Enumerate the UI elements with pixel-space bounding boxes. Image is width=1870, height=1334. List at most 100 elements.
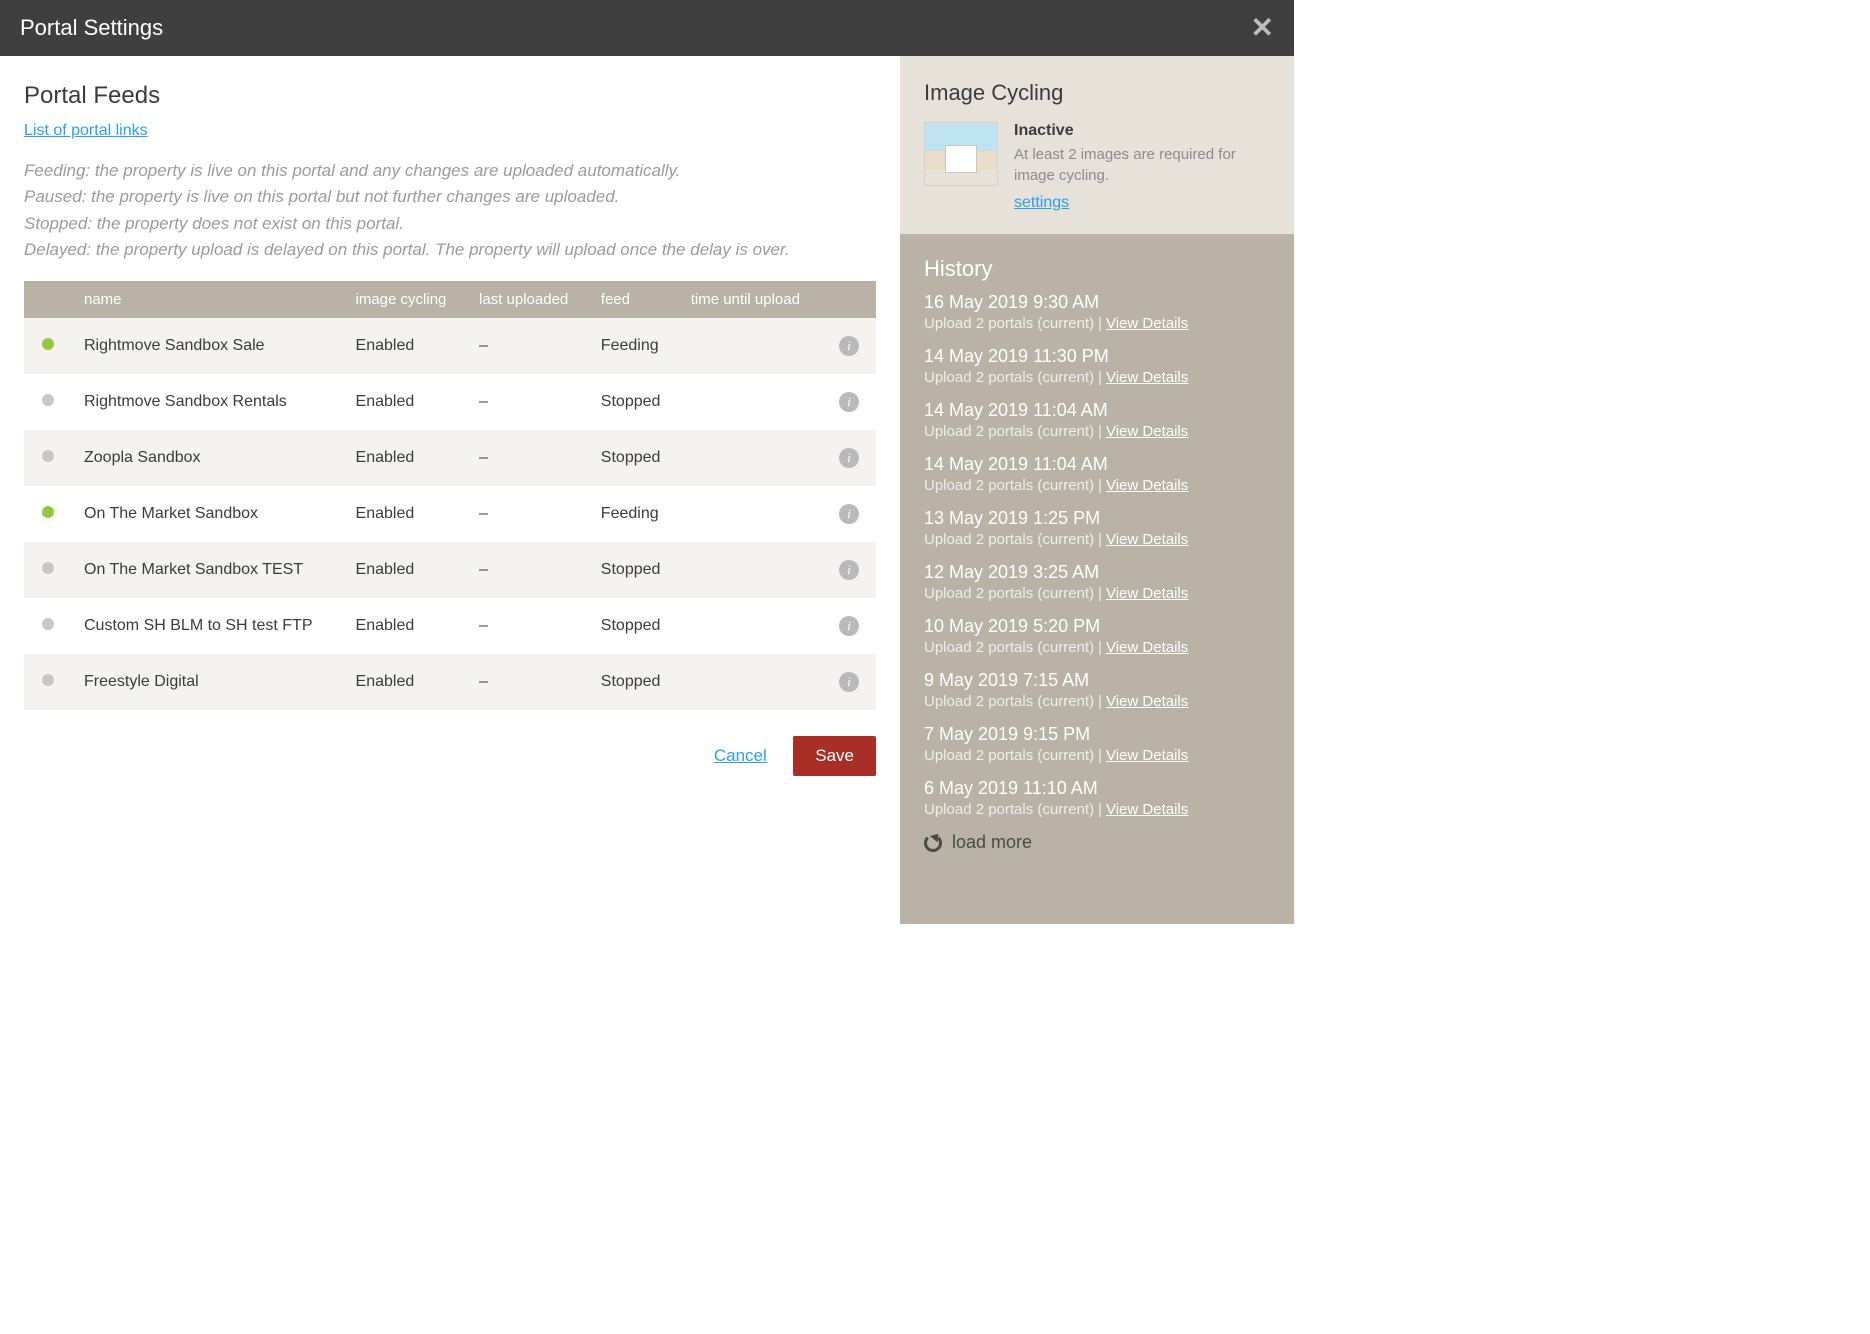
feed-time-until-upload [679,374,822,430]
reload-icon [924,834,942,852]
feed-state: Stopped [589,430,679,486]
history-item: 13 May 2019 1:25 PMUpload 2 portals (cur… [924,508,1270,548]
image-cycling-thumbnail [924,122,998,186]
info-icon[interactable]: i [839,672,859,692]
feed-name: On The Market Sandbox TEST [72,542,344,598]
info-icon[interactable]: i [839,336,859,356]
feed-name: On The Market Sandbox [72,486,344,542]
table-row[interactable]: Custom SH BLM to SH test FTPEnabled–Stop… [24,598,876,654]
history-time: 14 May 2019 11:30 PM [924,346,1270,367]
status-dot-icon [42,394,54,406]
feed-image-cycling: Enabled [344,430,468,486]
history-sub: Upload 2 portals (current)|View Details [924,477,1270,494]
history-sub: Upload 2 portals (current)|View Details [924,369,1270,386]
history-summary: Upload 2 portals (current) [924,639,1094,656]
history-item: 14 May 2019 11:04 AMUpload 2 portals (cu… [924,454,1270,494]
sidebar: Image Cycling Inactive At least 2 images… [900,56,1294,924]
desc-feeding: Feeding: the property is live on this po… [24,158,876,184]
image-cycling-panel: Image Cycling Inactive At least 2 images… [900,56,1294,234]
feed-time-until-upload [679,654,822,710]
history-item: 6 May 2019 11:10 AM Upload 2 portals (cur… [924,778,1270,818]
table-row[interactable]: Zoopla SandboxEnabled–Stopped i [24,430,876,486]
table-row[interactable]: Rightmove Sandbox RentalsEnabled–Stopped… [24,374,876,430]
feed-image-cycling: Enabled [344,374,468,430]
feed-state: Stopped [589,598,679,654]
history-panel: History 16 May 2019 9:30 AM Upload 2 port… [900,234,1294,924]
history-time: 6 May 2019 11:10 AM [924,778,1270,799]
modal-header: Portal Settings ✕ [0,0,1294,56]
view-details-link[interactable]: View Details [1106,693,1188,710]
view-details-link[interactable]: View Details [1106,315,1188,332]
image-cycling-settings-link[interactable]: settings [1014,194,1069,211]
view-details-link[interactable]: View Details [1106,585,1188,602]
feed-image-cycling: Enabled [344,654,468,710]
info-icon[interactable]: i [839,560,859,580]
feed-name: Zoopla Sandbox [72,430,344,486]
view-details-link[interactable]: View Details [1106,801,1188,818]
close-icon[interactable]: ✕ [1251,14,1274,42]
feed-name: Custom SH BLM to SH test FTP [72,598,344,654]
col-feed: feed [589,281,679,318]
feed-state: Stopped [589,654,679,710]
history-time: 13 May 2019 1:25 PM [924,508,1270,529]
history-summary: Upload 2 portals (current) [924,747,1094,764]
history-time: 10 May 2019 5:20 PM [924,616,1270,637]
history-time: 14 May 2019 11:04 AM [924,400,1270,421]
portal-links-link[interactable]: List of portal links [24,122,148,140]
separator: | [1098,747,1102,764]
history-sub: Upload 2 portals (current)|View Details [924,801,1270,818]
view-details-link[interactable]: View Details [1106,423,1188,440]
view-details-link[interactable]: View Details [1106,747,1188,764]
history-item: 10 May 2019 5:20 PM Upload 2 portals (cur… [924,616,1270,656]
history-time: 16 May 2019 9:30 AM [924,292,1270,313]
feed-state: Feeding [589,318,679,374]
table-row[interactable]: Freestyle DigitalEnabled–Stoppedi [24,654,876,710]
feed-time-until-upload [679,430,822,486]
feed-image-cycling: Enabled [344,542,468,598]
history-summary: Upload 2 portals (current) [924,315,1094,332]
view-details-link[interactable]: View Details [1106,639,1188,656]
feed-last-uploaded: – [467,430,589,486]
feed-last-uploaded: – [467,374,589,430]
history-summary: Upload 2 portals (current) [924,423,1094,440]
load-more-label: load more [952,832,1032,853]
history-item: 16 May 2019 9:30 AM Upload 2 portals (cur… [924,292,1270,332]
col-info [822,281,876,318]
table-row[interactable]: On The Market Sandbox TESTEnabled–Stoppe… [24,542,876,598]
modal-title: Portal Settings [20,15,163,41]
feed-state: Feeding [589,486,679,542]
col-status [24,281,72,318]
feed-last-uploaded: – [467,318,589,374]
feed-image-cycling: Enabled [344,598,468,654]
info-icon[interactable]: i [839,504,859,524]
info-icon[interactable]: i [839,616,859,636]
portal-feeds-heading: Portal Feeds [24,82,876,110]
info-icon[interactable]: i [839,448,859,468]
history-time: 9 May 2019 7:15 AM [924,670,1270,691]
feed-time-until-upload [679,598,822,654]
view-details-link[interactable]: View Details [1106,531,1188,548]
separator: | [1098,423,1102,440]
view-details-link[interactable]: View Details [1106,477,1188,494]
history-sub: Upload 2 portals (current)|View Details [924,693,1270,710]
image-cycling-status: Inactive [1014,122,1270,140]
table-row[interactable]: On The Market SandboxEnabled–Feedingi [24,486,876,542]
form-actions: Cancel Save [24,736,876,776]
view-details-link[interactable]: View Details [1106,369,1188,386]
desc-stopped: Stopped: the property does not exist on … [24,211,876,237]
separator: | [1098,639,1102,656]
history-item: 12 May 2019 3:25 AMUpload 2 portals (cur… [924,562,1270,602]
history-item: 14 May 2019 11:30 PM Upload 2 portals (cu… [924,346,1270,386]
cancel-button[interactable]: Cancel [714,746,767,765]
table-row[interactable]: Rightmove Sandbox SaleEnabled–Feedingi [24,318,876,374]
separator: | [1098,477,1102,494]
feed-time-until-upload [679,542,822,598]
history-sub: Upload 2 portals (current)|View Details [924,585,1270,602]
info-icon[interactable]: i [839,392,859,412]
feed-last-uploaded: – [467,542,589,598]
load-more-button[interactable]: load more [924,832,1270,853]
history-heading: History [924,256,1270,282]
status-dot-icon [42,450,54,462]
col-name: name [72,281,344,318]
save-button[interactable]: Save [793,736,876,776]
